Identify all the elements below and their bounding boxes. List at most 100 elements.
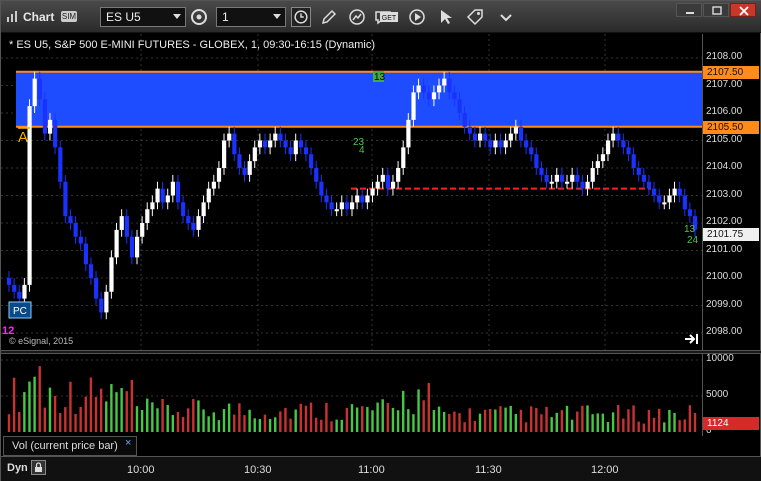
scroll-to-end-icon[interactable] (684, 332, 700, 346)
candle-body (442, 78, 447, 86)
candle-body (687, 209, 693, 217)
candle-body (42, 99, 48, 134)
volume-bar (560, 410, 564, 432)
pencil-icon[interactable] (319, 7, 339, 27)
candle-body (47, 119, 53, 134)
volume-study-label[interactable]: Vol (current price bar) (3, 436, 137, 456)
candle-body (27, 106, 32, 285)
volume-bar (53, 395, 57, 432)
draw-curve-icon[interactable] (347, 7, 367, 27)
candle-body (493, 140, 498, 148)
volume-bar (453, 411, 456, 432)
volume-bar (151, 402, 154, 432)
volume-bar (448, 413, 451, 432)
price-tick-label: 2103.00 (706, 188, 743, 200)
volume-bar (555, 412, 558, 432)
candle-body (150, 202, 155, 210)
time-tick-label: 12:00 (591, 464, 619, 476)
volume-bar (79, 406, 82, 432)
volume-bar (125, 391, 128, 432)
play-icon[interactable] (407, 7, 427, 27)
candle-body (124, 216, 129, 237)
price-chart[interactable]: A12PC© eSignal, 2015132341324 (1, 34, 702, 350)
candle-body (590, 168, 595, 182)
volume-chart[interactable] (1, 354, 702, 436)
volume-bar (340, 419, 343, 432)
maximize-icon (712, 6, 722, 15)
volume-bar (233, 414, 236, 432)
lock-button[interactable] (31, 460, 46, 475)
interval-input[interactable]: 1 (216, 7, 286, 27)
volume-bar (299, 403, 303, 432)
price-tick-label: 2104.00 (706, 161, 743, 172)
seq-label: 4 (359, 145, 365, 156)
maximize-button[interactable] (703, 3, 729, 17)
tag-icon[interactable] (465, 7, 485, 27)
volume-bar (38, 366, 41, 432)
chevron-down-icon[interactable] (273, 14, 281, 19)
volume-bar (325, 402, 328, 432)
get-icon[interactable]: GET (379, 7, 399, 27)
minimize-button[interactable] (676, 3, 702, 17)
volume-bar (401, 390, 405, 432)
close-button[interactable] (730, 3, 756, 17)
candle-body (222, 140, 227, 168)
cursor-icon[interactable] (437, 7, 457, 27)
volume-bar (617, 404, 620, 432)
candle-body (416, 85, 421, 93)
candle-body (544, 174, 549, 182)
volume-bar (504, 407, 507, 432)
interval-value: 1 (222, 10, 229, 24)
link-gear-icon[interactable] (189, 7, 209, 27)
candle-body (252, 147, 257, 162)
volume-bar (12, 377, 16, 432)
volume-bar (279, 411, 282, 432)
volume-bar (74, 413, 77, 432)
volume-bar (156, 408, 159, 432)
chevron-down-icon[interactable] (173, 14, 181, 19)
time-tick-label: 10:00 (127, 464, 155, 476)
symbol-input[interactable]: ES U5 (100, 7, 186, 27)
candle-body (472, 133, 478, 141)
time-tick-label: 11:00 (358, 464, 385, 476)
candle-body (350, 202, 355, 210)
lower-level-label: 2105.50 (703, 121, 759, 134)
price-tick-label: 2108.00 (706, 51, 743, 62)
candle-body (129, 236, 135, 258)
volume-bar (473, 420, 477, 432)
volume-bar (350, 404, 354, 432)
candle-body (600, 154, 606, 162)
volume-bar (535, 407, 538, 432)
time-tick-label: 10:30 (244, 464, 272, 476)
marker-a: A (18, 129, 28, 146)
volume-bar (161, 398, 164, 432)
candle-body (309, 154, 314, 168)
volume-bar (186, 408, 190, 432)
candle-body (58, 147, 63, 182)
volume-bar (120, 388, 123, 432)
candle-body (37, 78, 42, 100)
more-options-icon[interactable] (496, 7, 516, 27)
volume-bar (519, 409, 523, 432)
price-tick-label: 2107.00 (706, 78, 743, 90)
volume-bar (668, 409, 671, 432)
volume-bar (197, 400, 200, 432)
volume-bar (376, 402, 379, 432)
last-volume-label: 1124 (703, 417, 759, 430)
time-tick-label: 11:30 (475, 464, 502, 476)
candle-body (211, 181, 216, 189)
sim-badge: SIM (61, 11, 77, 22)
volume-bar (94, 396, 98, 432)
candle-body (483, 133, 488, 141)
volume-bar (437, 406, 441, 432)
clock-icon[interactable] (291, 7, 311, 27)
volume-bar (432, 410, 436, 432)
volume-bar (243, 415, 246, 432)
volume-bar (514, 414, 518, 432)
volume-bar (570, 419, 574, 432)
volume-bar (652, 417, 656, 432)
candle-body (314, 168, 319, 182)
volume-bar (130, 379, 134, 432)
candle-body (298, 140, 304, 148)
close-volume-study-button[interactable]: × (125, 437, 131, 449)
